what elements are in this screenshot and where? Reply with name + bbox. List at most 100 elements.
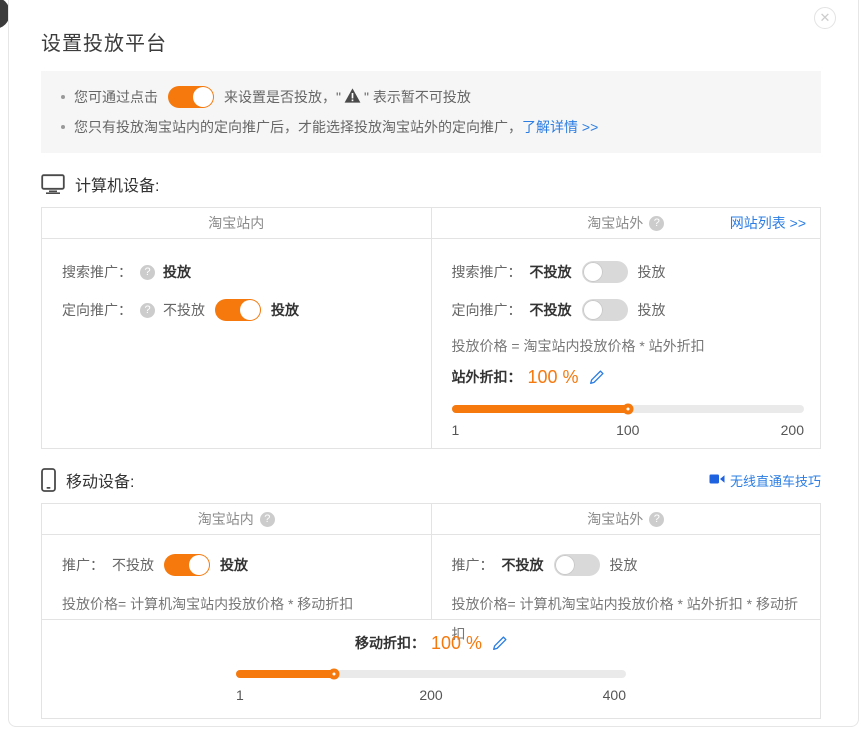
state-on-label: 投放 <box>638 262 666 282</box>
help-icon[interactable]: ? <box>649 512 664 527</box>
state-off-label: 不投放 <box>163 300 205 320</box>
phone-icon <box>41 468 56 492</box>
wireless-tips-link[interactable]: 无线直通车技巧 <box>730 471 821 490</box>
tick-max: 200 <box>687 422 805 438</box>
state-off-label: 不投放 <box>530 300 572 320</box>
section-title: 移动设备: <box>66 468 134 492</box>
state-on-label: 投放 <box>271 300 299 320</box>
offsite-search-toggle[interactable] <box>582 261 628 283</box>
notice-line-1: 您可通过点击 来设置是否投放，" " 表示暂不可投放 <box>59 82 803 112</box>
tick-min: 1 <box>236 687 366 703</box>
page: ✕ 设置投放平台 您可通过点击 来设置是否投放，" " 表示暂不可投放 您只有投… <box>0 0 861 734</box>
settings-dialog: ✕ 设置投放平台 您可通过点击 来设置是否投放，" " 表示暂不可投放 您只有投… <box>8 0 859 727</box>
tick-max: 400 <box>496 687 626 703</box>
mobile-table: 淘宝站内 ? 淘宝站外 ? 推广： 不投放 投放 投放价格= 计算机淘宝站内投 <box>41 503 821 719</box>
slider-handle[interactable] <box>328 669 339 680</box>
computer-onsite-cell: 搜索推广： ? 投放 定向推广： ? 不投放 投放 <box>42 239 431 448</box>
row-label: 推广： <box>452 555 494 575</box>
mobile-discount-line: 移动折扣： 100 % <box>42 629 820 657</box>
tick-mid: 100 <box>569 422 687 438</box>
discount-label: 站外折扣： <box>452 367 522 387</box>
edit-icon[interactable] <box>492 636 507 651</box>
help-icon[interactable]: ? <box>260 512 275 527</box>
site-list-link[interactable]: 网站列表 >> <box>730 213 806 233</box>
offsite-price-formula: 投放价格 = 淘宝站内投放价格 * 站外折扣 <box>452 331 805 361</box>
onsite-search-row: 搜索推广： ? 投放 <box>62 253 415 291</box>
offsite-target-row: 定向推广： 不投放 投放 <box>452 291 805 329</box>
offsite-target-toggle[interactable] <box>582 299 628 321</box>
mobile-table-header: 淘宝站内 ? 淘宝站外 ? <box>42 504 820 535</box>
page-title: 设置投放平台 <box>41 27 858 56</box>
edit-icon[interactable] <box>589 370 604 385</box>
discount-value: 100 % <box>431 633 482 654</box>
column-header-label: 淘宝站外 <box>587 509 643 529</box>
slider-ticks: 1 200 400 <box>236 687 626 703</box>
close-icon[interactable]: ✕ <box>814 7 836 29</box>
state-on-label: 投放 <box>220 555 248 575</box>
state-off-label: 不投放 <box>112 555 154 575</box>
column-header-offsite: 淘宝站外 ? <box>431 504 821 534</box>
offsite-discount-line: 站外折扣： 100 % <box>452 361 805 393</box>
toggle-knob <box>583 262 603 282</box>
toggle-knob <box>555 555 575 575</box>
notice-text: 您只有投放淘宝站内的定向推广后，才能选择投放淘宝站外的定向推广， <box>74 117 522 137</box>
toggle-knob <box>240 300 260 320</box>
column-header-label: 淘宝站内 <box>198 509 254 529</box>
toggle-knob <box>193 87 213 107</box>
onsite-target-toggle[interactable] <box>215 299 261 321</box>
computer-table: 淘宝站内 淘宝站外 ? 网站列表 >> 搜索推广： ? 投放 定向推广： <box>41 207 821 449</box>
tick-mid: 200 <box>366 687 496 703</box>
mobile-discount-slider[interactable] <box>236 670 626 678</box>
column-header-onsite: 淘宝站内 ? <box>42 504 431 534</box>
notice-text: " 表示暂不可投放 <box>364 87 471 107</box>
mobile-offsite-cell: 推广： 不投放 投放 投放价格= 计算机淘宝站内投放价格 * 站外折扣 * 移动… <box>431 535 821 619</box>
row-label: 定向推广： <box>452 300 522 320</box>
learn-more-link[interactable]: 了解详情 >> <box>522 117 598 137</box>
warning-icon <box>344 88 361 106</box>
slider-fill <box>452 405 628 413</box>
slider-handle[interactable] <box>622 404 633 415</box>
bullet-dot <box>61 125 65 129</box>
video-icon <box>709 473 725 488</box>
mobile-offsite-toggle[interactable] <box>554 554 600 576</box>
toggle-knob <box>583 300 603 320</box>
state-value: 投放 <box>163 262 191 282</box>
column-header-onsite: 淘宝站内 <box>42 208 431 238</box>
column-header-label: 淘宝站外 <box>587 213 643 233</box>
computer-table-header: 淘宝站内 淘宝站外 ? 网站列表 >> <box>42 208 820 239</box>
computer-offsite-cell: 搜索推广： 不投放 投放 定向推广： 不投放 投放 投放价格 = 淘宝站内投放价… <box>431 239 821 448</box>
help-icon[interactable]: ? <box>649 216 664 231</box>
mobile-section-header: 移动设备: 无线直通车技巧 <box>41 468 821 492</box>
state-off-label: 不投放 <box>502 555 544 575</box>
wireless-tips: 无线直通车技巧 <box>709 471 821 490</box>
column-header-offsite: 淘宝站外 ? 网站列表 >> <box>431 208 821 238</box>
column-header-label: 淘宝站内 <box>208 213 264 233</box>
discount-value: 100 % <box>528 367 579 388</box>
onsite-target-row: 定向推广： ? 不投放 投放 <box>62 291 415 329</box>
tick-min: 1 <box>452 422 570 438</box>
mobile-onsite-cell: 推广： 不投放 投放 投放价格= 计算机淘宝站内投放价格 * 移动折扣 <box>42 535 431 619</box>
help-icon[interactable]: ? <box>140 265 155 280</box>
offsite-search-row: 搜索推广： 不投放 投放 <box>452 253 805 291</box>
notice-box: 您可通过点击 来设置是否投放，" " 表示暂不可投放 您只有投放淘宝站内的定向推… <box>41 71 821 153</box>
state-on-label: 投放 <box>638 300 666 320</box>
demo-toggle[interactable] <box>168 86 214 108</box>
state-off-label: 不投放 <box>530 262 572 282</box>
mobile-onsite-toggle[interactable] <box>164 554 210 576</box>
section-title: 计算机设备: <box>75 172 159 196</box>
notice-text: 来设置是否投放，" <box>224 87 341 107</box>
notice-text: 您可通过点击 <box>74 87 158 107</box>
mobile-onsite-formula: 投放价格= 计算机淘宝站内投放价格 * 移动折扣 <box>62 589 415 619</box>
discount-label: 移动折扣： <box>355 633 425 653</box>
mobile-offsite-row: 推广： 不投放 投放 <box>452 543 805 587</box>
row-label: 搜索推广： <box>452 262 522 282</box>
offsite-discount-slider[interactable] <box>452 405 805 413</box>
monitor-icon <box>41 174 65 194</box>
row-label: 定向推广： <box>62 300 132 320</box>
slider-fill <box>236 670 334 678</box>
bullet-dot <box>61 95 65 99</box>
mobile-offsite-formula: 投放价格= 计算机淘宝站内投放价格 * 站外折扣 * 移动折扣 <box>452 589 805 619</box>
row-label: 搜索推广： <box>62 262 132 282</box>
notice-line-2: 您只有投放淘宝站内的定向推广后，才能选择投放淘宝站外的定向推广， 了解详情 >> <box>59 112 803 142</box>
help-icon[interactable]: ? <box>140 303 155 318</box>
